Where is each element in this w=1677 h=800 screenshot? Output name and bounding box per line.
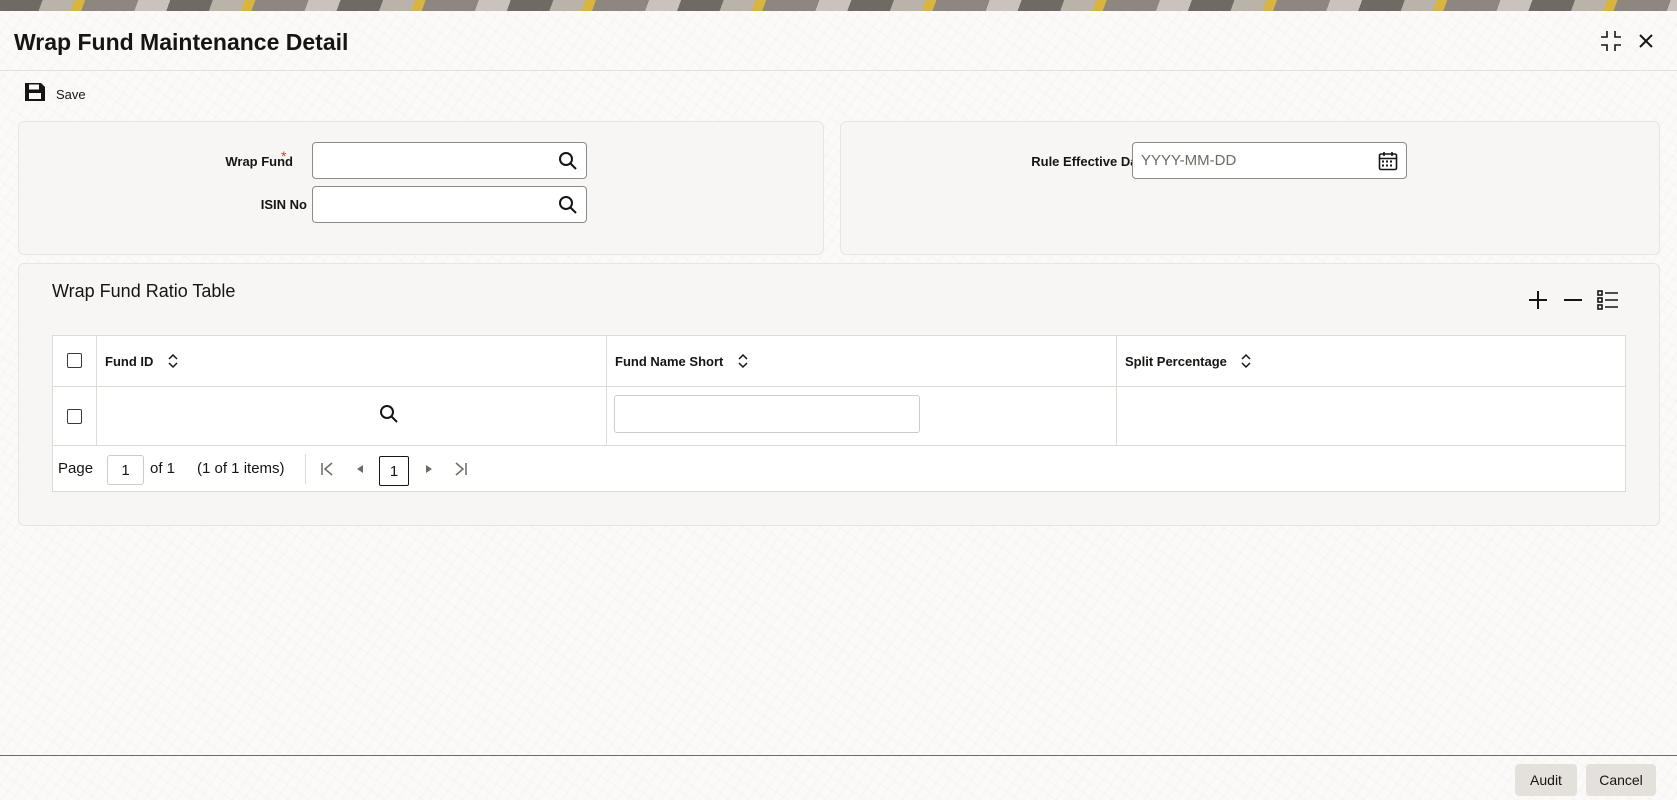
maximize-icon[interactable] [1597, 27, 1625, 55]
search-icon[interactable] [379, 404, 399, 429]
save-button[interactable]: Save [24, 82, 86, 107]
first-page-icon[interactable] [317, 459, 337, 479]
remove-row-icon[interactable] [1561, 288, 1585, 312]
fund-name-short-input[interactable] [614, 395, 920, 433]
search-icon[interactable] [558, 195, 578, 215]
sort-icon[interactable] [1240, 353, 1252, 369]
rule-effective-date-input[interactable] [1133, 143, 1406, 178]
page-of-label: of 1 [150, 460, 176, 477]
sort-icon[interactable] [167, 353, 179, 369]
table-title: Wrap Fund Ratio Table [52, 281, 236, 301]
rule-effective-date-label: Rule Effective Date [1031, 154, 1149, 169]
last-page-icon[interactable] [451, 459, 471, 479]
table-row [53, 387, 1625, 446]
wrap-fund-field[interactable] [312, 142, 587, 179]
page-button[interactable]: 1 [379, 456, 409, 486]
isin-no-label: ISIN No [260, 197, 307, 212]
table-header-row: Fund ID Fund Name Short Split Percentage [53, 336, 1625, 387]
page-title: Wrap Fund Maintenance Detail [14, 29, 349, 55]
close-icon[interactable] [1632, 27, 1660, 55]
page-number-input[interactable]: 1 [107, 455, 144, 485]
rule-effective-date-field[interactable] [1132, 142, 1407, 179]
required-asterisk: * [281, 148, 287, 164]
select-all-checkbox[interactable] [67, 353, 82, 368]
column-header-fund-id[interactable]: Fund ID [105, 354, 153, 369]
cancel-button[interactable]: Cancel [1586, 764, 1656, 796]
wrap-fund-label: Wrap Fund [225, 154, 293, 169]
floppy-disk-icon [24, 82, 46, 107]
next-page-icon[interactable] [419, 459, 439, 479]
audit-button[interactable]: Audit [1515, 764, 1577, 796]
pagination-bar: Page 1 of 1 (1 of 1 items) 1 [53, 446, 1625, 492]
isin-no-field[interactable] [312, 186, 587, 223]
column-list-icon[interactable] [1596, 288, 1620, 312]
isin-no-input[interactable] [313, 187, 586, 222]
search-icon[interactable] [558, 151, 578, 171]
dialog-footer: Audit Cancel [0, 755, 1677, 800]
sort-icon[interactable] [737, 353, 749, 369]
column-header-split-percentage[interactable]: Split Percentage [1125, 354, 1227, 369]
page-label: Page [58, 460, 94, 477]
fund-info-panel: Wrap Fund * ISIN No [18, 121, 824, 255]
calendar-icon[interactable] [1378, 151, 1398, 171]
rule-date-panel: Rule Effective Date [840, 121, 1660, 255]
column-header-fund-name-short[interactable]: Fund Name Short [615, 354, 723, 369]
wrap-fund-input[interactable] [313, 143, 586, 178]
row-select-checkbox[interactable] [67, 409, 82, 424]
add-row-icon[interactable] [1526, 288, 1550, 312]
items-count-label: (1 of 1 items) [197, 460, 285, 477]
previous-page-icon[interactable] [350, 459, 370, 479]
dialog-header: Wrap Fund Maintenance Detail [0, 11, 1677, 71]
toolbar: Save [24, 82, 86, 106]
top-banner-strip [0, 0, 1677, 11]
ratio-table: Fund ID Fund Name Short Split Percentage… [52, 335, 1626, 492]
save-label: Save [56, 87, 86, 102]
